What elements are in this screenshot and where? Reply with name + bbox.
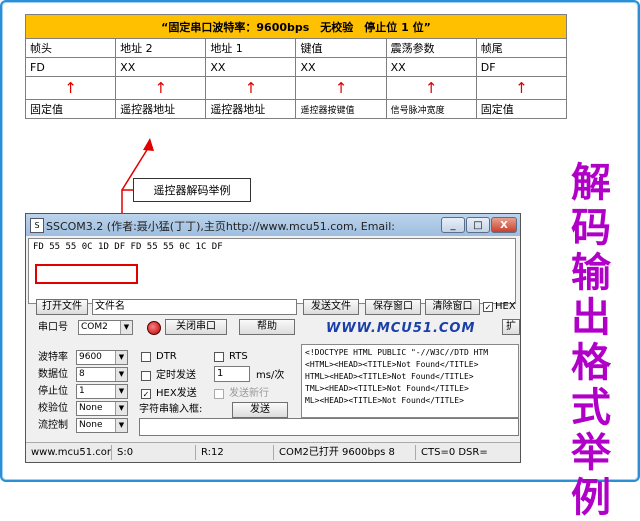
parity-value: None xyxy=(79,403,103,413)
stopbits-value: 1 xyxy=(79,386,85,396)
side-title-char: 码 xyxy=(571,204,611,251)
chevron-down-icon: ▼ xyxy=(120,321,132,334)
html-line: <!DOCTYPE HTML PUBLIC "-//W3C//DTD HTM xyxy=(305,348,489,357)
status-received: R:12 xyxy=(198,445,274,460)
window-title: SSCOM3.2 (作者:聂小猛(丁丁),主页http://www.mcu51.… xyxy=(46,220,395,233)
window-titlebar[interactable]: S SSCOM3.2 (作者:聂小猛(丁丁),主页http://www.mcu5… xyxy=(26,214,520,236)
side-title: 解 码 输 出 格 式 举 例 xyxy=(565,160,617,520)
port-label: 串口号 xyxy=(38,322,68,333)
side-title-char: 格 xyxy=(571,339,611,386)
send-newline-label: 发送新行 xyxy=(229,388,269,399)
status-sent: S:0 xyxy=(114,445,196,460)
hex-send-label: HEX发送 xyxy=(156,388,197,399)
stopbits-select[interactable]: 1 ▼ xyxy=(76,384,128,399)
html-line: HTML><HEAD><TITLE>Not Found</TITLE> xyxy=(305,372,474,381)
status-port: COM2已打开 9600bps 8 xyxy=(276,445,416,460)
port-value: COM2 xyxy=(81,322,108,332)
chevron-down-icon: ▼ xyxy=(115,351,127,364)
side-title-char: 出 xyxy=(571,294,611,341)
baud-label: 波特率 xyxy=(38,352,68,363)
string-input[interactable] xyxy=(139,418,519,436)
rts-checkbox[interactable] xyxy=(214,352,224,362)
baud-value: 9600 xyxy=(79,352,102,362)
dtr-label: DTR xyxy=(156,351,177,362)
minimize-button[interactable]: _ xyxy=(441,217,465,233)
highlight-box xyxy=(35,264,138,284)
chevron-down-icon: ▼ xyxy=(115,419,127,432)
side-title-char: 输 xyxy=(571,249,611,296)
send-newline-checkbox[interactable] xyxy=(214,389,224,399)
callout-label: 遥控器解码举例 xyxy=(133,178,251,202)
open-file-button[interactable]: 打开文件 xyxy=(36,299,88,315)
side-title-char: 解 xyxy=(571,159,611,206)
rts-label: RTS xyxy=(229,351,248,362)
dtr-checkbox[interactable] xyxy=(141,352,151,362)
help-button[interactable]: 帮助 xyxy=(239,319,295,335)
baud-select[interactable]: 9600 ▼ xyxy=(76,350,128,365)
parity-select[interactable]: None ▼ xyxy=(76,401,128,416)
send-button[interactable]: 发送 xyxy=(232,402,288,418)
parity-label: 校验位 xyxy=(38,403,68,414)
flow-label: 流控制 xyxy=(38,420,68,431)
stopbits-label: 停止位 xyxy=(38,386,68,397)
hex-display-checkbox[interactable]: ✓ xyxy=(483,302,493,312)
receive-area[interactable]: FD 55 55 0C 1D DF FD 55 55 0C 1C DF xyxy=(28,238,516,304)
html-line: TML><HEAD><TITLE>Not Found</TITLE> xyxy=(305,384,469,393)
databits-label: 数据位 xyxy=(38,369,68,380)
brand-logo: WWW.MCU51.COM xyxy=(326,321,476,336)
chevron-down-icon: ▼ xyxy=(115,385,127,398)
flow-value: None xyxy=(79,420,103,430)
interval-input[interactable]: 1 xyxy=(214,366,250,382)
close-button[interactable]: X xyxy=(491,217,517,233)
receive-text: FD 55 55 0C 1D DF FD 55 55 0C 1C DF xyxy=(33,242,223,252)
send-file-button[interactable]: 发送文件 xyxy=(303,299,359,315)
chevron-down-icon: ▼ xyxy=(115,368,127,381)
databits-value: 8 xyxy=(79,369,85,379)
hex-send-checkbox[interactable]: ✓ xyxy=(141,389,151,399)
sscom-window: S SSCOM3.2 (作者:聂小猛(丁丁),主页http://www.mcu5… xyxy=(25,213,521,463)
file-name-field[interactable]: 文件名 xyxy=(92,299,297,315)
flow-select[interactable]: None ▼ xyxy=(76,418,128,433)
side-title-char: 举 xyxy=(571,429,611,476)
close-port-button[interactable]: 关闭串口 xyxy=(165,319,227,335)
hex-display-label: HEX xyxy=(495,301,516,312)
html-line: ML><HEAD><TITLE>Not Found</TITLE> xyxy=(305,396,464,405)
status-site: www.mcu51.cor xyxy=(28,445,112,460)
html-response-area[interactable]: <!DOCTYPE HTML PUBLIC "-//W3C//DTD HTM <… xyxy=(301,344,519,418)
save-window-button[interactable]: 保存窗口 xyxy=(365,299,421,315)
port-select[interactable]: COM2 ▼ xyxy=(78,320,133,335)
port-status-led-icon xyxy=(147,321,161,335)
app-icon: S xyxy=(30,218,44,233)
timed-send-checkbox[interactable] xyxy=(141,371,151,381)
timed-send-label: 定时发送 xyxy=(156,370,196,381)
html-line: <HTML><HEAD><TITLE>Not Found</TITLE> xyxy=(305,360,479,369)
side-title-char: 式 xyxy=(571,384,611,431)
status-cts: CTS=0 DSR= xyxy=(421,447,488,458)
input-label: 字符串输入框: xyxy=(139,404,203,415)
databits-select[interactable]: 8 ▼ xyxy=(76,367,128,382)
chevron-down-icon: ▼ xyxy=(115,402,127,415)
clear-window-button[interactable]: 清除窗口 xyxy=(425,299,480,315)
maximize-button[interactable]: □ xyxy=(466,217,490,233)
expand-button[interactable]: 扩 xyxy=(502,319,520,335)
status-bar: www.mcu51.cor S:0 R:12 COM2已打开 9600bps 8… xyxy=(26,442,520,462)
interval-unit: ms/次 xyxy=(256,370,285,381)
